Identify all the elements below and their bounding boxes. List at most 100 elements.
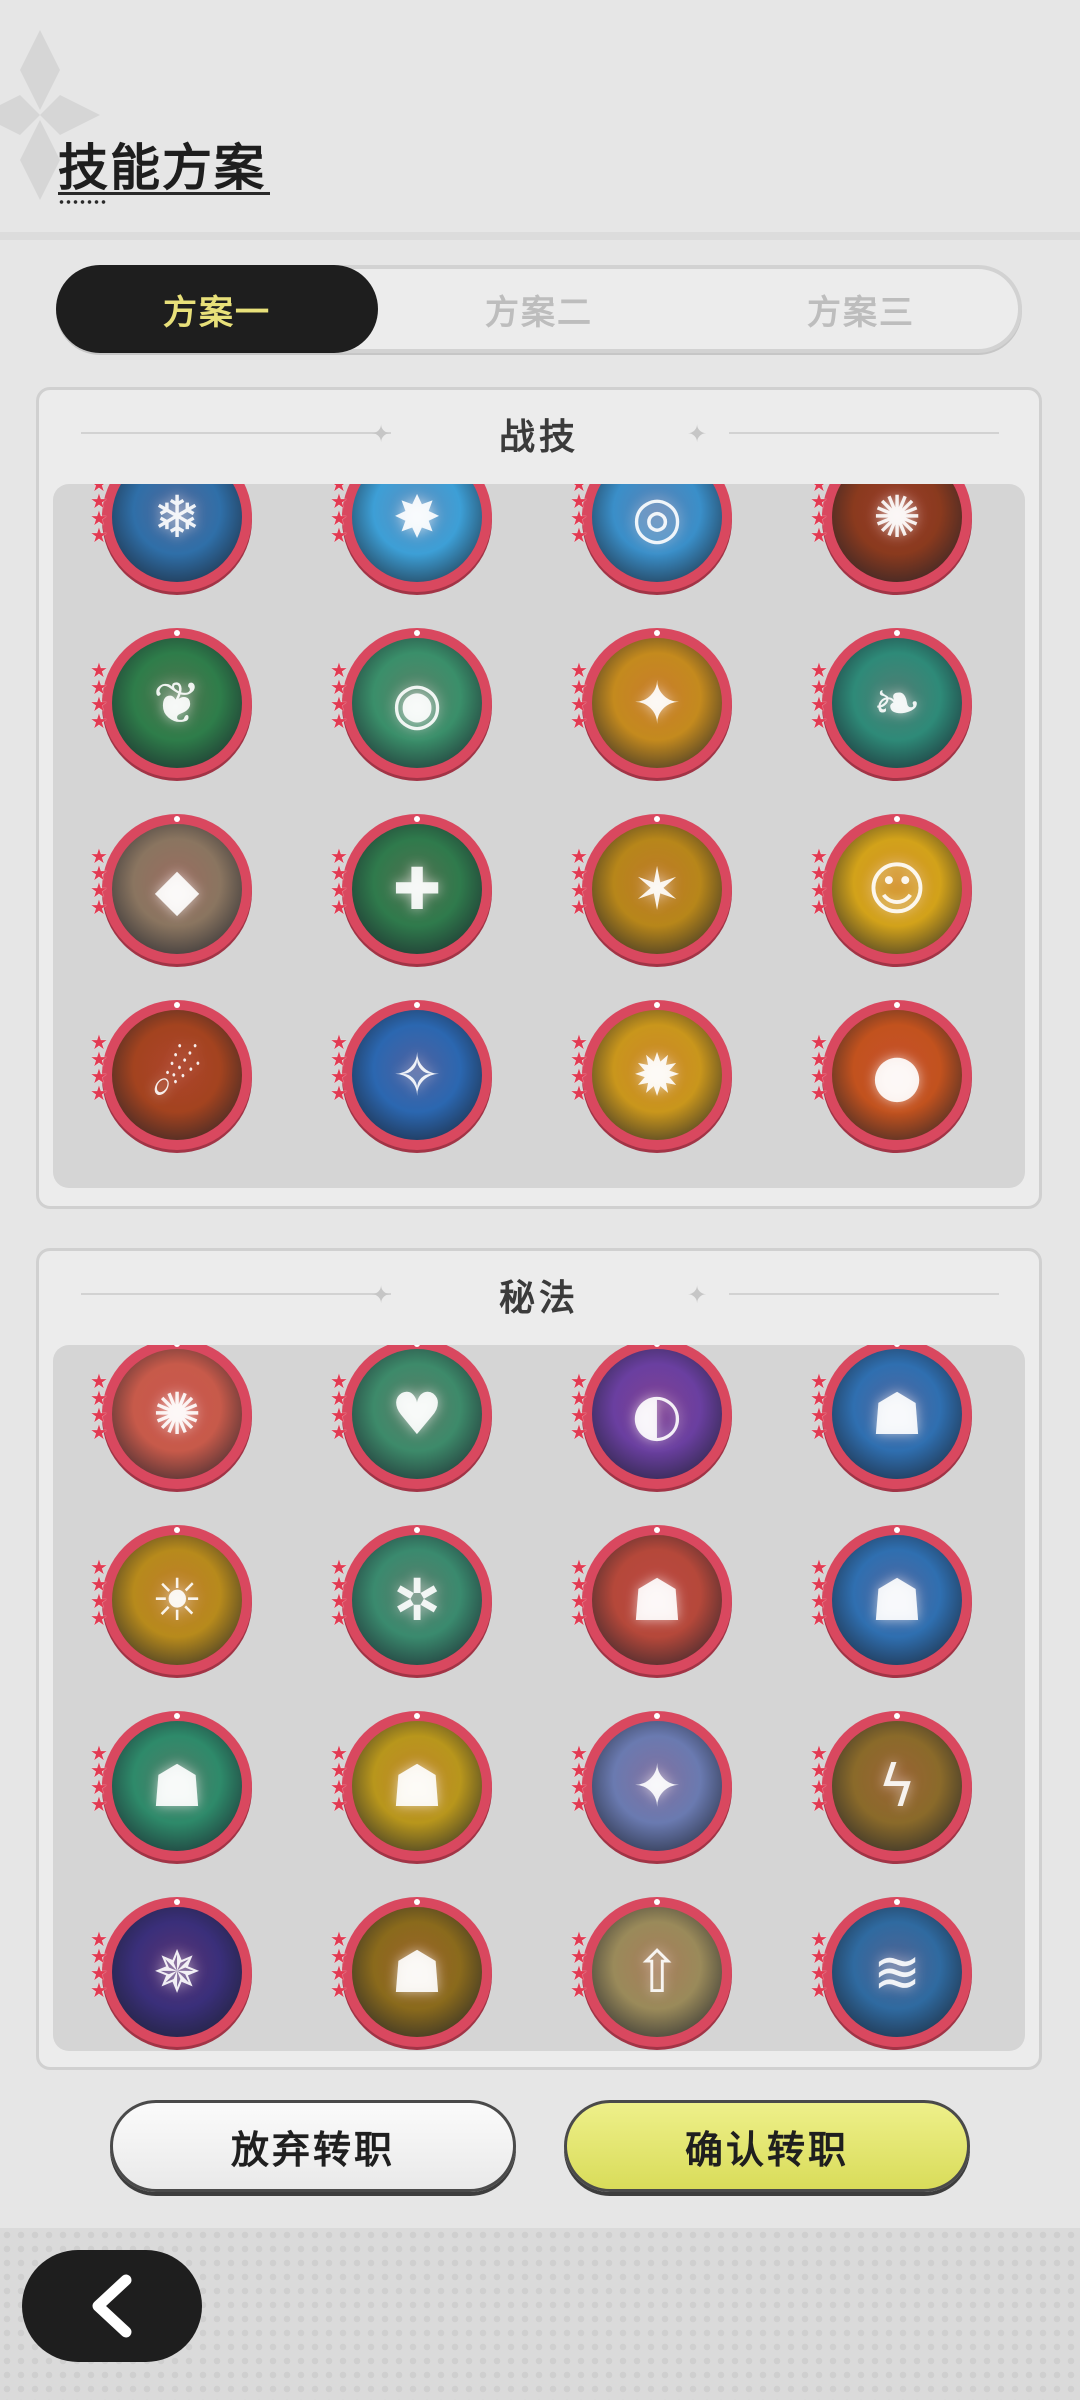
slot-pip bbox=[414, 1899, 420, 1905]
skill-art: ❧ bbox=[832, 638, 962, 768]
skill-art: ☗ bbox=[832, 1535, 962, 1665]
slot-pip bbox=[894, 1002, 900, 1008]
star-rank: ★ ★ ★ ★ bbox=[570, 1929, 592, 2002]
golden-aura-skill-slot[interactable]: ☗ ★ ★ ★ ★ bbox=[330, 1897, 492, 2047]
lightning-star-icon: ✶ bbox=[632, 855, 682, 923]
lightning-star-skill-slot[interactable]: ✶ ★ ★ ★ ★ bbox=[570, 814, 732, 964]
skill-art: ☗ bbox=[112, 1721, 242, 1851]
star-icon: ★ bbox=[90, 1081, 108, 1105]
star-strike-skill-slot[interactable]: ✦ ★ ★ ★ ★ bbox=[570, 628, 732, 778]
slot-pip bbox=[414, 1002, 420, 1008]
green-flame-icon: ❦ bbox=[152, 669, 202, 737]
star-rank: ★ ★ ★ ★ bbox=[570, 1557, 592, 1628]
star-rank: ★ ★ ★ ★ bbox=[570, 484, 592, 545]
skill-art: ✲ bbox=[352, 1535, 482, 1665]
skill-art: ☗ bbox=[592, 1535, 722, 1665]
star-rank: ★ ★ ★ ★ bbox=[330, 484, 352, 547]
flame-rune-skill-slot[interactable]: ✺ ★ ★ ★ ★ bbox=[90, 1345, 252, 1489]
slot-pip bbox=[654, 1899, 660, 1905]
rising-light-skill-slot[interactable]: ⇧ ★ ★ ★ ★ bbox=[570, 1897, 732, 2047]
secret-skills-panel: ✦ 秘法 ✦ ✺ ★ ★ ★ ★ ♥ ★ ★ ★ ★ ◐ ★ ★ ★ ★ ☗ ★ ★ ★ ★ ☀ ★ ★ ★ ★ ✲ ★ ★ ★ ★ ☗ ★ ★… bbox=[36, 1248, 1042, 2070]
skill-art: ✧ bbox=[352, 1010, 482, 1140]
star-icon: ★ bbox=[90, 1978, 108, 2002]
green-flame-skill-slot[interactable]: ❦ ★ ★ ★ ★ bbox=[90, 628, 252, 778]
emerald-figure-icon: ☗ bbox=[151, 1752, 203, 1820]
star-rank: ★ ★ ★ ★ bbox=[330, 1032, 352, 1103]
wind-orb-skill-slot[interactable]: ◉ ★ ★ ★ ★ bbox=[330, 628, 492, 778]
whirlwind-icon: ◎ bbox=[631, 484, 683, 551]
whirlwind-skill-slot[interactable]: ◎ ★ ★ ★ ★ bbox=[570, 484, 732, 592]
combat-skill-grid[interactable]: ❄ ★ ★ ★ ★ ✸ ★ ★ ★ ★ ◎ ★ ★ ★ ★ ✺ ★ ★ ★ ★ ❦ ★ ★ ★ ★ ◉ ★ ★ ★ ★ ✦ ★ ★ ★ ★ ❧ ★ ★ ★ ★… bbox=[53, 484, 1025, 1188]
star-icon: ★ bbox=[570, 1978, 588, 2002]
star-rank: ★ ★ ★ ★ bbox=[90, 846, 112, 917]
panel-header: ✦ 秘法 ✦ bbox=[39, 1251, 1039, 1337]
blue-flame-skill-slot[interactable]: ✧ ★ ★ ★ ★ bbox=[330, 1000, 492, 1150]
back-button[interactable] bbox=[22, 2250, 202, 2362]
star-rank: ★ ★ ★ ★ bbox=[810, 1743, 832, 1814]
slot-pip bbox=[174, 1527, 180, 1533]
jade-gear-skill-slot[interactable]: ✲ ★ ★ ★ ★ bbox=[330, 1525, 492, 1675]
slot-pip bbox=[174, 1713, 180, 1719]
skill-art: ✚ bbox=[352, 824, 482, 954]
slot-pip bbox=[654, 1527, 660, 1533]
fire-swirl-skill-slot[interactable]: ✺ ★ ★ ★ ★ bbox=[810, 484, 972, 592]
rock-shield-skill-slot[interactable]: ◆ ★ ★ ★ ★ bbox=[90, 814, 252, 964]
wave-icon: ≋ bbox=[872, 1938, 922, 2006]
star-icon: ★ bbox=[90, 1606, 108, 1630]
star-icon: ★ bbox=[330, 523, 348, 547]
wave-skill-slot[interactable]: ≋ ★ ★ ★ ★ bbox=[810, 1897, 972, 2047]
void-swirl-skill-slot[interactable]: ◐ ★ ★ ★ ★ bbox=[570, 1345, 732, 1489]
slot-pip bbox=[414, 1713, 420, 1719]
abandon-job-change-button[interactable]: 放弃转职 bbox=[110, 2100, 516, 2192]
star-icon: ★ bbox=[570, 709, 588, 733]
slot-pip bbox=[654, 1713, 660, 1719]
slot-pip bbox=[174, 1899, 180, 1905]
fireball-skill-slot[interactable]: ● ★ ★ ★ ★ bbox=[810, 1000, 972, 1150]
skill-art: ◉ bbox=[352, 638, 482, 768]
star-rank: ★ ★ ★ ★ bbox=[90, 660, 112, 731]
golden-burst-skill-slot[interactable]: ✹ ★ ★ ★ ★ bbox=[570, 1000, 732, 1150]
star-rank: ★ ★ ★ ★ bbox=[90, 1743, 112, 1814]
golden-figure-icon: ☺ bbox=[866, 855, 928, 923]
star-shard-skill-slot[interactable]: ✦ ★ ★ ★ ★ bbox=[570, 1711, 732, 1861]
title-dots bbox=[58, 200, 108, 204]
heart-rune-icon: ♥ bbox=[391, 1380, 443, 1448]
skill-art: ◎ bbox=[592, 484, 722, 582]
meteor-skill-slot[interactable]: ☄ ★ ★ ★ ★ bbox=[90, 1000, 252, 1150]
crimson-figure-icon: ☗ bbox=[631, 1566, 683, 1634]
gold-figure-icon: ☗ bbox=[391, 1752, 443, 1820]
heart-rune-skill-slot[interactable]: ♥ ★ ★ ★ ★ bbox=[330, 1345, 492, 1489]
star-icon: ★ bbox=[330, 1420, 348, 1444]
gold-figure-skill-slot[interactable]: ☗ ★ ★ ★ ★ bbox=[330, 1711, 492, 1861]
confirm-job-change-button[interactable]: 确认转职 bbox=[564, 2100, 970, 2192]
ice-crystal-skill-slot[interactable]: ❄ ★ ★ ★ ★ bbox=[90, 484, 252, 592]
slot-pip bbox=[894, 630, 900, 636]
meteor-icon: ☄ bbox=[151, 1041, 203, 1109]
thunder-rune-skill-slot[interactable]: ϟ ★ ★ ★ ★ bbox=[810, 1711, 972, 1861]
star-rank: ★ ★ ★ ★ bbox=[330, 660, 352, 731]
star-rank: ★ ★ ★ ★ bbox=[90, 484, 112, 545]
tab-plan-2[interactable]: 方案二 bbox=[378, 265, 700, 353]
star-icon: ★ bbox=[810, 1081, 828, 1105]
ice-burst-skill-slot[interactable]: ✸ ★ ★ ★ ★ bbox=[330, 484, 492, 592]
tab-plan-1[interactable]: 方案一 bbox=[56, 265, 378, 353]
leaf-fan-skill-slot[interactable]: ❧ ★ ★ ★ ★ bbox=[810, 628, 972, 778]
panel-header: ✦ 战技 ✦ bbox=[39, 390, 1039, 476]
golden-aura-icon: ☗ bbox=[391, 1938, 443, 2006]
flame-rune-icon: ✺ bbox=[152, 1380, 202, 1448]
crimson-figure-skill-slot[interactable]: ☗ ★ ★ ★ ★ bbox=[570, 1525, 732, 1675]
secret-skill-grid[interactable]: ✺ ★ ★ ★ ★ ♥ ★ ★ ★ ★ ◐ ★ ★ ★ ★ ☗ ★ ★ ★ ★ ☀ ★ ★ ★ ★ ✲ ★ ★ ★ ★ ☗ ★ ★ ★ ★ ☗ ★ ★ ★ ★… bbox=[53, 1345, 1025, 2051]
sun-burst-skill-slot[interactable]: ☀ ★ ★ ★ ★ bbox=[90, 1525, 252, 1675]
skill-art: ❦ bbox=[112, 638, 242, 768]
tab-plan-3[interactable]: 方案三 bbox=[700, 265, 1022, 353]
cosmic-skill-slot[interactable]: ✵ ★ ★ ★ ★ bbox=[90, 1897, 252, 2047]
star-rank: ★ ★ ★ ★ bbox=[90, 1557, 112, 1630]
star-rank: ★ ★ ★ ★ bbox=[570, 660, 592, 733]
blue-figure-skill-slot[interactable]: ☗ ★ ★ ★ ★ bbox=[810, 1345, 972, 1489]
heal-cross-skill-slot[interactable]: ✚ ★ ★ ★ ★ bbox=[330, 814, 492, 964]
star-rank: ★ ★ ★ ★ bbox=[810, 1557, 832, 1628]
emerald-figure-skill-slot[interactable]: ☗ ★ ★ ★ ★ bbox=[90, 1711, 252, 1861]
azure-figure-skill-slot[interactable]: ☗ ★ ★ ★ ★ bbox=[810, 1525, 972, 1675]
star-rank: ★ ★ ★ ★ bbox=[810, 484, 832, 545]
golden-figure-skill-slot[interactable]: ☺ ★ ★ ★ ★ bbox=[810, 814, 972, 964]
